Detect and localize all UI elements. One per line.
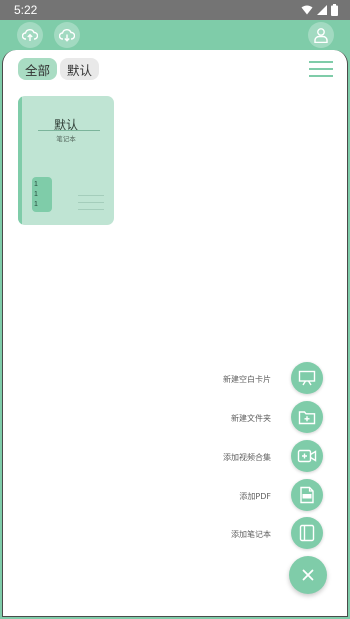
menu-button[interactable]: [309, 60, 335, 78]
fab-label: 添加PDF: [239, 492, 271, 501]
battery-icon: [331, 4, 338, 16]
cloud-download-button[interactable]: [54, 22, 80, 48]
fab-label: 新建文件夹: [231, 414, 271, 423]
fab-label: 添加视频合集: [223, 453, 271, 462]
presentation-board-icon: [298, 370, 316, 386]
menu-icon-line: [309, 75, 333, 77]
notebook-card[interactable]: 默认 笔记本 1 1 1: [18, 96, 114, 225]
notebook-count: 1: [34, 191, 38, 198]
add-pdf-button[interactable]: [291, 479, 323, 511]
pdf-file-icon: [300, 486, 314, 504]
notebook-line: [78, 209, 104, 210]
notebook-line: [78, 195, 104, 196]
new-folder-button[interactable]: [291, 401, 323, 433]
video-add-icon: [297, 449, 317, 463]
fab-item-add-video-collection[interactable]: 添加视频合集: [3, 440, 349, 476]
add-notebook-button[interactable]: [291, 517, 323, 549]
menu-icon-line: [309, 68, 333, 70]
fab-label: 添加笔记本: [231, 530, 271, 539]
tab-default[interactable]: 默认: [60, 58, 100, 80]
cloud-upload-icon: [22, 29, 38, 41]
fab-item-add-pdf[interactable]: 添加PDF: [3, 479, 349, 515]
status-bar: 5:22: [0, 0, 350, 20]
notebook-count: 1: [34, 201, 38, 208]
notebook-counts: 1 1 1: [32, 177, 52, 212]
cloud-download-icon: [59, 29, 75, 42]
notebook-subtitle: 笔记本: [56, 135, 76, 143]
status-icons: [301, 4, 338, 16]
app-bar: [0, 20, 350, 50]
tab-all[interactable]: 全部: [18, 58, 58, 80]
add-video-collection-button[interactable]: [291, 440, 323, 472]
signal-icon: [317, 5, 327, 15]
cloud-upload-button[interactable]: [17, 22, 43, 48]
close-fab-menu-button[interactable]: [289, 556, 327, 594]
fab-label: 新建空白卡片: [223, 375, 271, 384]
menu-icon-line: [309, 61, 333, 63]
main-panel: 全部 默认 默认 笔记本 1 1 1 新建空白卡片 新建文件夹 添加视频合集 添…: [2, 50, 348, 617]
notebook-icon: [299, 524, 315, 542]
wifi-icon: [301, 5, 313, 15]
notebook-count: 1: [34, 181, 38, 188]
close-icon: [302, 569, 314, 581]
fab-item-new-blank-card[interactable]: 新建空白卡片: [3, 362, 349, 398]
status-time: 5:22: [14, 3, 38, 17]
folder-add-icon: [298, 410, 316, 424]
fab-item-add-notebook[interactable]: 添加笔记本: [3, 517, 349, 553]
notebook-line: [78, 202, 104, 203]
fab-item-new-folder[interactable]: 新建文件夹: [3, 401, 349, 437]
new-blank-card-button[interactable]: [291, 362, 323, 394]
user-icon: [314, 28, 328, 43]
notebook-title-rule: [38, 130, 100, 131]
user-button[interactable]: [308, 22, 334, 48]
